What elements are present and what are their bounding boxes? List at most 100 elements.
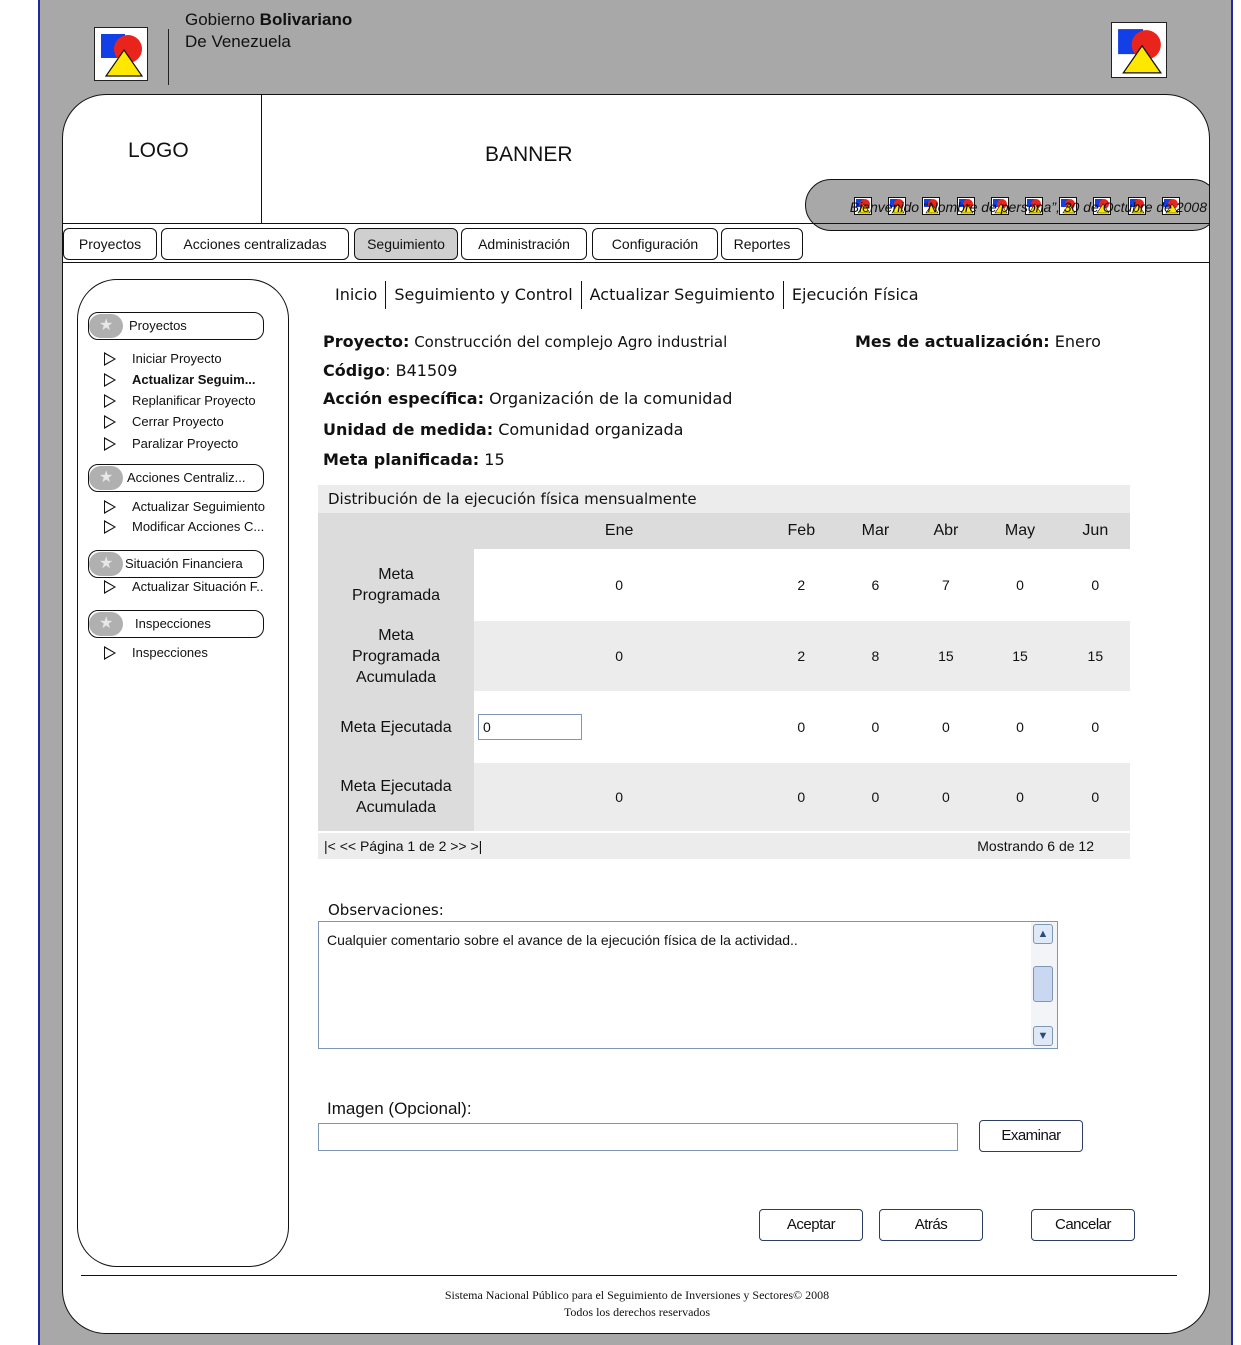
table-cell: 2: [764, 621, 839, 691]
table-cell: 0: [912, 691, 980, 763]
table-header-month: Mar: [838, 513, 913, 549]
table-header-month: Jun: [1060, 513, 1130, 549]
menu-tab-acciones-centralizadas[interactable]: Acciones centralizadas: [161, 228, 349, 260]
table-cell: 0: [1060, 763, 1130, 831]
breadcrumb-separator: [580, 281, 582, 309]
cancel-button[interactable]: Cancelar: [1031, 1209, 1135, 1241]
footer-rights: Todos los derechos reservados: [563, 1305, 711, 1319]
observations-label: Observaciones:: [328, 901, 444, 919]
table-cell: 0: [1060, 691, 1130, 763]
footer-copyright: Sistema Nacional Público para el Seguimi…: [444, 1288, 830, 1302]
table-cell: 6: [838, 549, 913, 621]
menu-tab-proyectos[interactable]: Proyectos: [63, 228, 157, 260]
triangle-icon: [104, 352, 116, 366]
table-cell: 0: [474, 763, 765, 831]
scroll-down-icon[interactable]: ▼: [1033, 1026, 1053, 1046]
table-cell: 0: [474, 621, 765, 691]
table-cell: 8: [838, 621, 913, 691]
scroll-thumb[interactable]: [1033, 966, 1053, 1002]
breadcrumb: Inicio Seguimiento y Control Actualizar Se…: [335, 281, 919, 309]
table-header-empty: [318, 513, 474, 549]
triangle-icon: [104, 437, 116, 451]
executed-goal-cell: 0: [474, 691, 765, 763]
sidebar-group-proyectos[interactable]: ★ Proyectos: [88, 312, 264, 340]
logo-placeholder: LOGO: [128, 139, 189, 162]
breadcrumb-actualizar-seguimiento[interactable]: Actualizar Seguimiento: [590, 285, 775, 304]
breadcrumb-separator: [782, 281, 784, 309]
project-code: Código: B41509: [323, 361, 458, 380]
triangle-icon: [104, 500, 116, 514]
triangle-icon: [104, 394, 116, 408]
back-button[interactable]: Atrás: [879, 1209, 983, 1241]
triangle-icon: [104, 646, 116, 660]
table-row: Meta Ejecutada Acumulada 0 0 0 0 0 0: [318, 763, 1130, 831]
page-frame: Gobierno Bolivariano De Venezuela LOGO B…: [38, 0, 1233, 1345]
table-cell: 0: [979, 763, 1061, 831]
menu-tab-configuracion[interactable]: Configuración: [592, 228, 718, 260]
breadcrumb-inicio[interactable]: Inicio: [335, 285, 377, 304]
table-cell: 0: [979, 549, 1061, 621]
sidebar-group-situacion-financiera[interactable]: ★ Situación Financiera: [88, 550, 264, 578]
scroll-up-icon[interactable]: ▲: [1033, 924, 1053, 944]
table-header-month: Ene: [474, 513, 765, 549]
pagination-controls[interactable]: |< << Página 1 de 2 >> >|: [324, 833, 482, 859]
sidebar-group-acciones-centralizadas[interactable]: ★ Acciones Centraliz...: [88, 464, 264, 492]
browse-button[interactable]: Examinar: [979, 1120, 1083, 1152]
update-month: Mes de actualización: Enero: [855, 332, 1101, 351]
table-header-month: Feb: [764, 513, 839, 549]
table-row: Meta Programada 0 2 6 7 0 0: [318, 549, 1130, 621]
welcome-message: Bienvenido “Nombre de persona”, 30 de Oc…: [849, 199, 1207, 215]
table-cell: 0: [838, 763, 913, 831]
table-cell: 15: [912, 621, 980, 691]
logo-area: LOGO: [63, 95, 262, 223]
table-row: Meta Programada Acumulada 0 2 8 15 15 15: [318, 621, 1130, 691]
table-pager: |< << Página 1 de 2 >> >| Mostrando 6 de…: [318, 833, 1130, 859]
triangle-icon: [104, 415, 116, 429]
government-name: Gobierno Bolivariano De Venezuela: [185, 10, 353, 51]
menu-tab-reportes[interactable]: Reportes: [721, 228, 803, 260]
sidebar-group-inspecciones[interactable]: ★ Inspecciones: [88, 610, 264, 638]
star-icon: ★: [89, 612, 123, 636]
observations-text: Cualquier comentario sobre el avance de …: [327, 932, 798, 948]
footer-divider: [81, 1275, 1177, 1276]
record-count: Mostrando 6 de 12: [977, 838, 1094, 854]
table-cell: 2: [764, 549, 839, 621]
government-emblem: [94, 27, 148, 81]
table-cell: 0: [838, 691, 913, 763]
table-cell: 0: [764, 691, 839, 763]
star-icon: ★: [89, 466, 123, 490]
image-file-input[interactable]: [318, 1123, 958, 1151]
table-cell: 0: [912, 763, 980, 831]
sidebar: ★ Proyectos Iniciar Proyecto Actualizar …: [77, 279, 289, 1267]
table-header-month: May: [979, 513, 1061, 549]
breadcrumb-ejecucion-fisica[interactable]: Ejecución Física: [792, 285, 919, 304]
executed-goal-input[interactable]: 0: [478, 714, 582, 740]
main-menu: Proyectos Acciones centralizadas Seguimi…: [63, 223, 1209, 263]
triangle-icon: [104, 580, 116, 594]
star-icon: ★: [89, 552, 123, 576]
accept-button[interactable]: Aceptar: [759, 1209, 863, 1241]
table-header-month: Abr: [912, 513, 980, 549]
footer: Sistema Nacional Público para el Seguimi…: [63, 1287, 1209, 1321]
table-cell: 15: [979, 621, 1061, 691]
row-header: Meta Ejecutada Acumulada: [318, 763, 474, 831]
observations-textarea[interactable]: Cualquier comentario sobre el avance de …: [318, 921, 1058, 1049]
breadcrumb-seguimiento-control[interactable]: Seguimiento y Control: [394, 285, 572, 304]
star-icon: ★: [89, 314, 123, 338]
unit-of-measure: Unidad de medida: Comunidad organizada: [323, 420, 684, 439]
triangle-icon: [104, 373, 116, 387]
government-emblem-right: [1111, 22, 1167, 78]
row-header: Meta Programada Acumulada: [318, 621, 474, 691]
observations-scrollbar[interactable]: ▲ ▼: [1031, 922, 1057, 1048]
menu-tab-administracion[interactable]: Administración: [461, 228, 587, 260]
row-header: Meta Ejecutada: [318, 691, 474, 763]
triangle-icon: [104, 520, 116, 534]
main-container: LOGO BANNER Bienvenido “Nombre de person…: [62, 94, 1210, 1334]
row-header: Meta Programada: [318, 549, 474, 621]
specific-action: Acción específica: Organización de la co…: [323, 389, 733, 408]
image-label: Imagen (Opcional):: [327, 1099, 472, 1118]
project-name: Proyecto: Construcción del complejo Agro…: [323, 332, 728, 351]
table-cell: 0: [979, 691, 1061, 763]
banner-placeholder: BANNER: [485, 143, 573, 166]
menu-tab-seguimiento[interactable]: Seguimiento: [354, 228, 458, 260]
